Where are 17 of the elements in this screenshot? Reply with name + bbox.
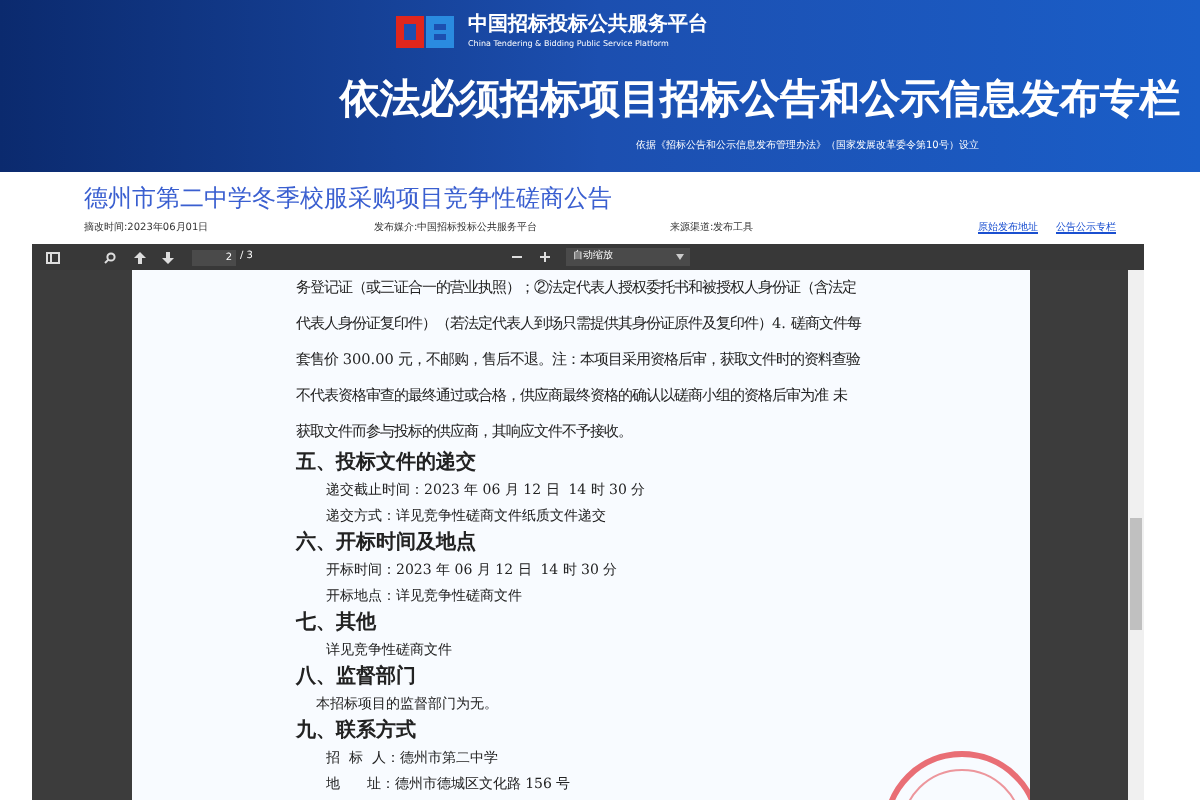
platform-name: 中国招标投标公共服务平台 (468, 14, 708, 38)
logo-icon (396, 14, 456, 50)
section-heading: 八、监督部门 (296, 664, 416, 692)
zoom-in-icon[interactable] (540, 252, 551, 262)
previous-page-icon[interactable] (134, 251, 146, 263)
caret-icon (676, 254, 685, 260)
banner-title: 依法必须招标项目招标公告和公示信息发布专栏 (340, 72, 1180, 126)
section-heading: 九、联系方式 (296, 718, 416, 746)
section-heading: 六、开标时间及地点 (296, 530, 476, 558)
next-page-icon[interactable] (162, 251, 174, 263)
section-heading: 五、投标文件的递交 (296, 450, 476, 478)
notice-title: 德州市第二中学冬季校服采购项目竞争性磋商公告 (84, 182, 614, 216)
zoom-out-icon[interactable] (512, 252, 523, 262)
search-icon[interactable] (104, 251, 116, 263)
sidebar-toggle-icon[interactable] (46, 251, 60, 263)
section-heading: 七、其他 (296, 610, 376, 638)
scrollbar[interactable] (1128, 270, 1144, 800)
